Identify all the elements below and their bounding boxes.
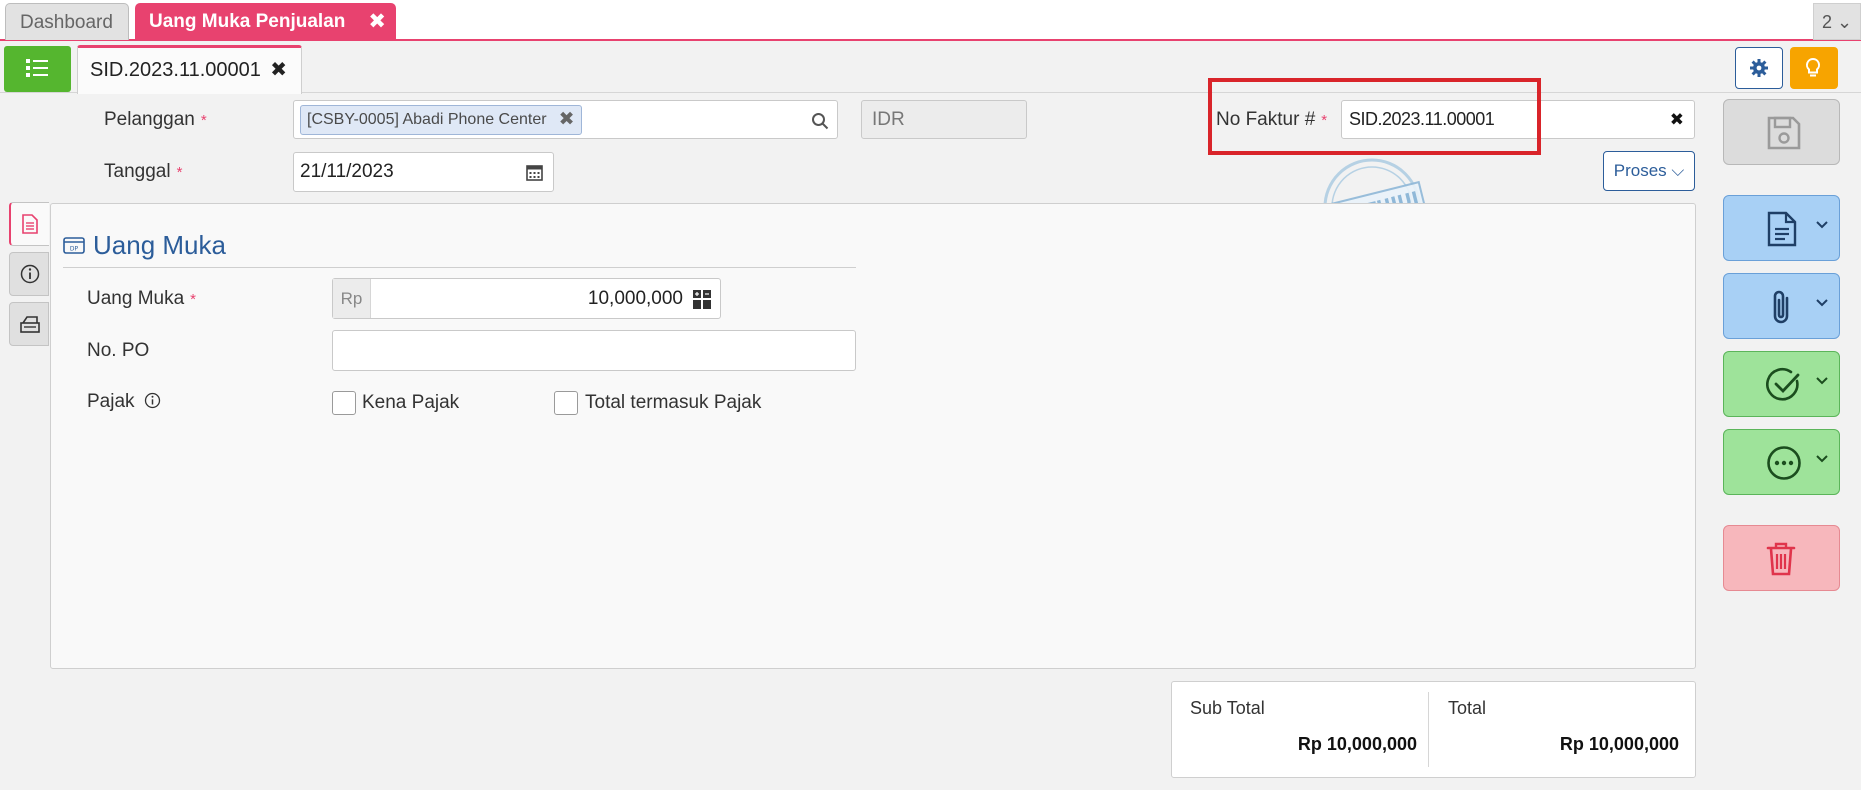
down-payment-icon: DP (63, 237, 85, 254)
no-po-label: No. PO (87, 340, 150, 361)
chevron-down-icon (1816, 377, 1828, 385)
total-value: Rp 10,000,000 (1559, 734, 1679, 754)
trash-icon (1766, 542, 1796, 576)
search-icon[interactable] (811, 112, 829, 130)
gear-icon (1750, 59, 1768, 77)
total-termasuk-pajak-label: Total termasuk Pajak (585, 392, 762, 413)
document-icon (22, 214, 38, 234)
tab-uang-muka-penjualan[interactable]: Uang Muka Penjualan ✖ (135, 3, 396, 40)
document-tab-label: SID.2023.11.00001 (90, 59, 261, 81)
currency-field: IDR (861, 100, 1027, 139)
pelanggan-chip: [CSBY-0005] Abadi Phone Center ✖ (300, 105, 582, 135)
total-label: Total (1448, 698, 1487, 718)
chevron-down-icon (1816, 221, 1828, 229)
document-tab[interactable]: SID.2023.11.00001 ✖ (77, 45, 302, 94)
highlight-box (1208, 78, 1541, 155)
proses-dropdown-button[interactable]: Proses ⌵ (1603, 151, 1695, 191)
total-termasuk-pajak-checkbox[interactable] (554, 391, 578, 415)
print-document-button[interactable] (1723, 195, 1840, 261)
calendar-icon[interactable] (526, 164, 543, 181)
tanggal-value: 21/11/2023 (300, 161, 394, 182)
approve-button[interactable] (1723, 351, 1840, 417)
section-title: DP Uang Muka (63, 226, 856, 268)
document-tab-bar: SID.2023.11.00001 ✖ (0, 43, 1861, 94)
clear-no-faktur-icon[interactable]: ✖ (1670, 101, 1684, 138)
tanggal-date-input[interactable]: 21/11/2023 (293, 152, 554, 192)
uang-muka-input[interactable]: Rp 10,000,000 (332, 278, 721, 319)
totals-divider (1428, 692, 1429, 767)
totals-box: Sub Total Rp 10,000,000 Total Rp 10,000,… (1171, 681, 1696, 778)
svg-text:DP: DP (70, 246, 79, 253)
pelanggan-value: [CSBY-0005] Abadi Phone Center (307, 111, 547, 128)
calculator-icon[interactable] (693, 290, 711, 309)
tanggal-label: Tanggal * (104, 161, 183, 182)
section-title-text: Uang Muka (93, 230, 226, 260)
pelanggan-label: Pelanggan * (104, 109, 207, 130)
uang-muka-label: Uang Muka * (87, 288, 197, 309)
main-panel: DP Uang Muka (50, 203, 1696, 669)
sub-total-value: Rp 10,000,000 (1297, 734, 1417, 754)
paperclip-icon (1773, 290, 1789, 324)
currency-prefix: Rp (333, 279, 371, 318)
settings-button[interactable] (1735, 47, 1783, 89)
top-tab-bar: Dashboard Uang Muka Penjualan ✖ 2 ⌄ (0, 0, 1861, 41)
tips-button[interactable] (1790, 47, 1838, 89)
tab-info[interactable] (9, 252, 49, 296)
tab-dashboard[interactable]: Dashboard (5, 3, 129, 40)
chevron-down-icon (1816, 455, 1828, 463)
info-icon[interactable] (144, 392, 161, 409)
kena-pajak-label: Kena Pajak (362, 392, 460, 413)
list-menu-button[interactable] (4, 46, 71, 92)
check-circle-icon (1766, 367, 1800, 401)
lightbulb-icon (1805, 57, 1821, 77)
open-tabs-count: 2 (1821, 12, 1832, 32)
tab-document[interactable] (9, 202, 49, 246)
pelanggan-field[interactable]: [CSBY-0005] Abadi Phone Center ✖ (293, 100, 838, 139)
more-actions-button[interactable] (1723, 429, 1840, 495)
list-icon (26, 59, 48, 77)
tab-dashboard-label: Dashboard (20, 12, 113, 33)
tab-active-label: Uang Muka Penjualan (149, 11, 346, 32)
attachment-button[interactable] (1723, 273, 1840, 339)
info-icon (20, 264, 40, 284)
pajak-label: Pajak (87, 391, 161, 413)
document-icon (1767, 211, 1797, 247)
close-document-icon[interactable]: ✖ (270, 48, 287, 92)
uang-muka-value: 10,000,000 (587, 288, 683, 309)
more-horizontal-icon (1767, 446, 1801, 480)
tab-money[interactable] (9, 302, 49, 346)
open-tabs-dropdown[interactable]: 2 ⌄ (1813, 3, 1861, 40)
remove-pelanggan-icon[interactable]: ✖ (559, 106, 575, 134)
save-button[interactable] (1723, 99, 1840, 165)
close-tab-icon[interactable]: ✖ (368, 3, 386, 40)
delete-button[interactable] (1723, 525, 1840, 591)
no-po-input[interactable] (332, 330, 856, 371)
proses-label: Proses (1613, 161, 1667, 180)
money-icon (20, 316, 40, 333)
kena-pajak-checkbox[interactable] (332, 391, 356, 415)
floppy-disk-icon (1767, 116, 1801, 150)
sub-total-label: Sub Total (1190, 698, 1265, 718)
chevron-down-icon (1816, 299, 1828, 307)
